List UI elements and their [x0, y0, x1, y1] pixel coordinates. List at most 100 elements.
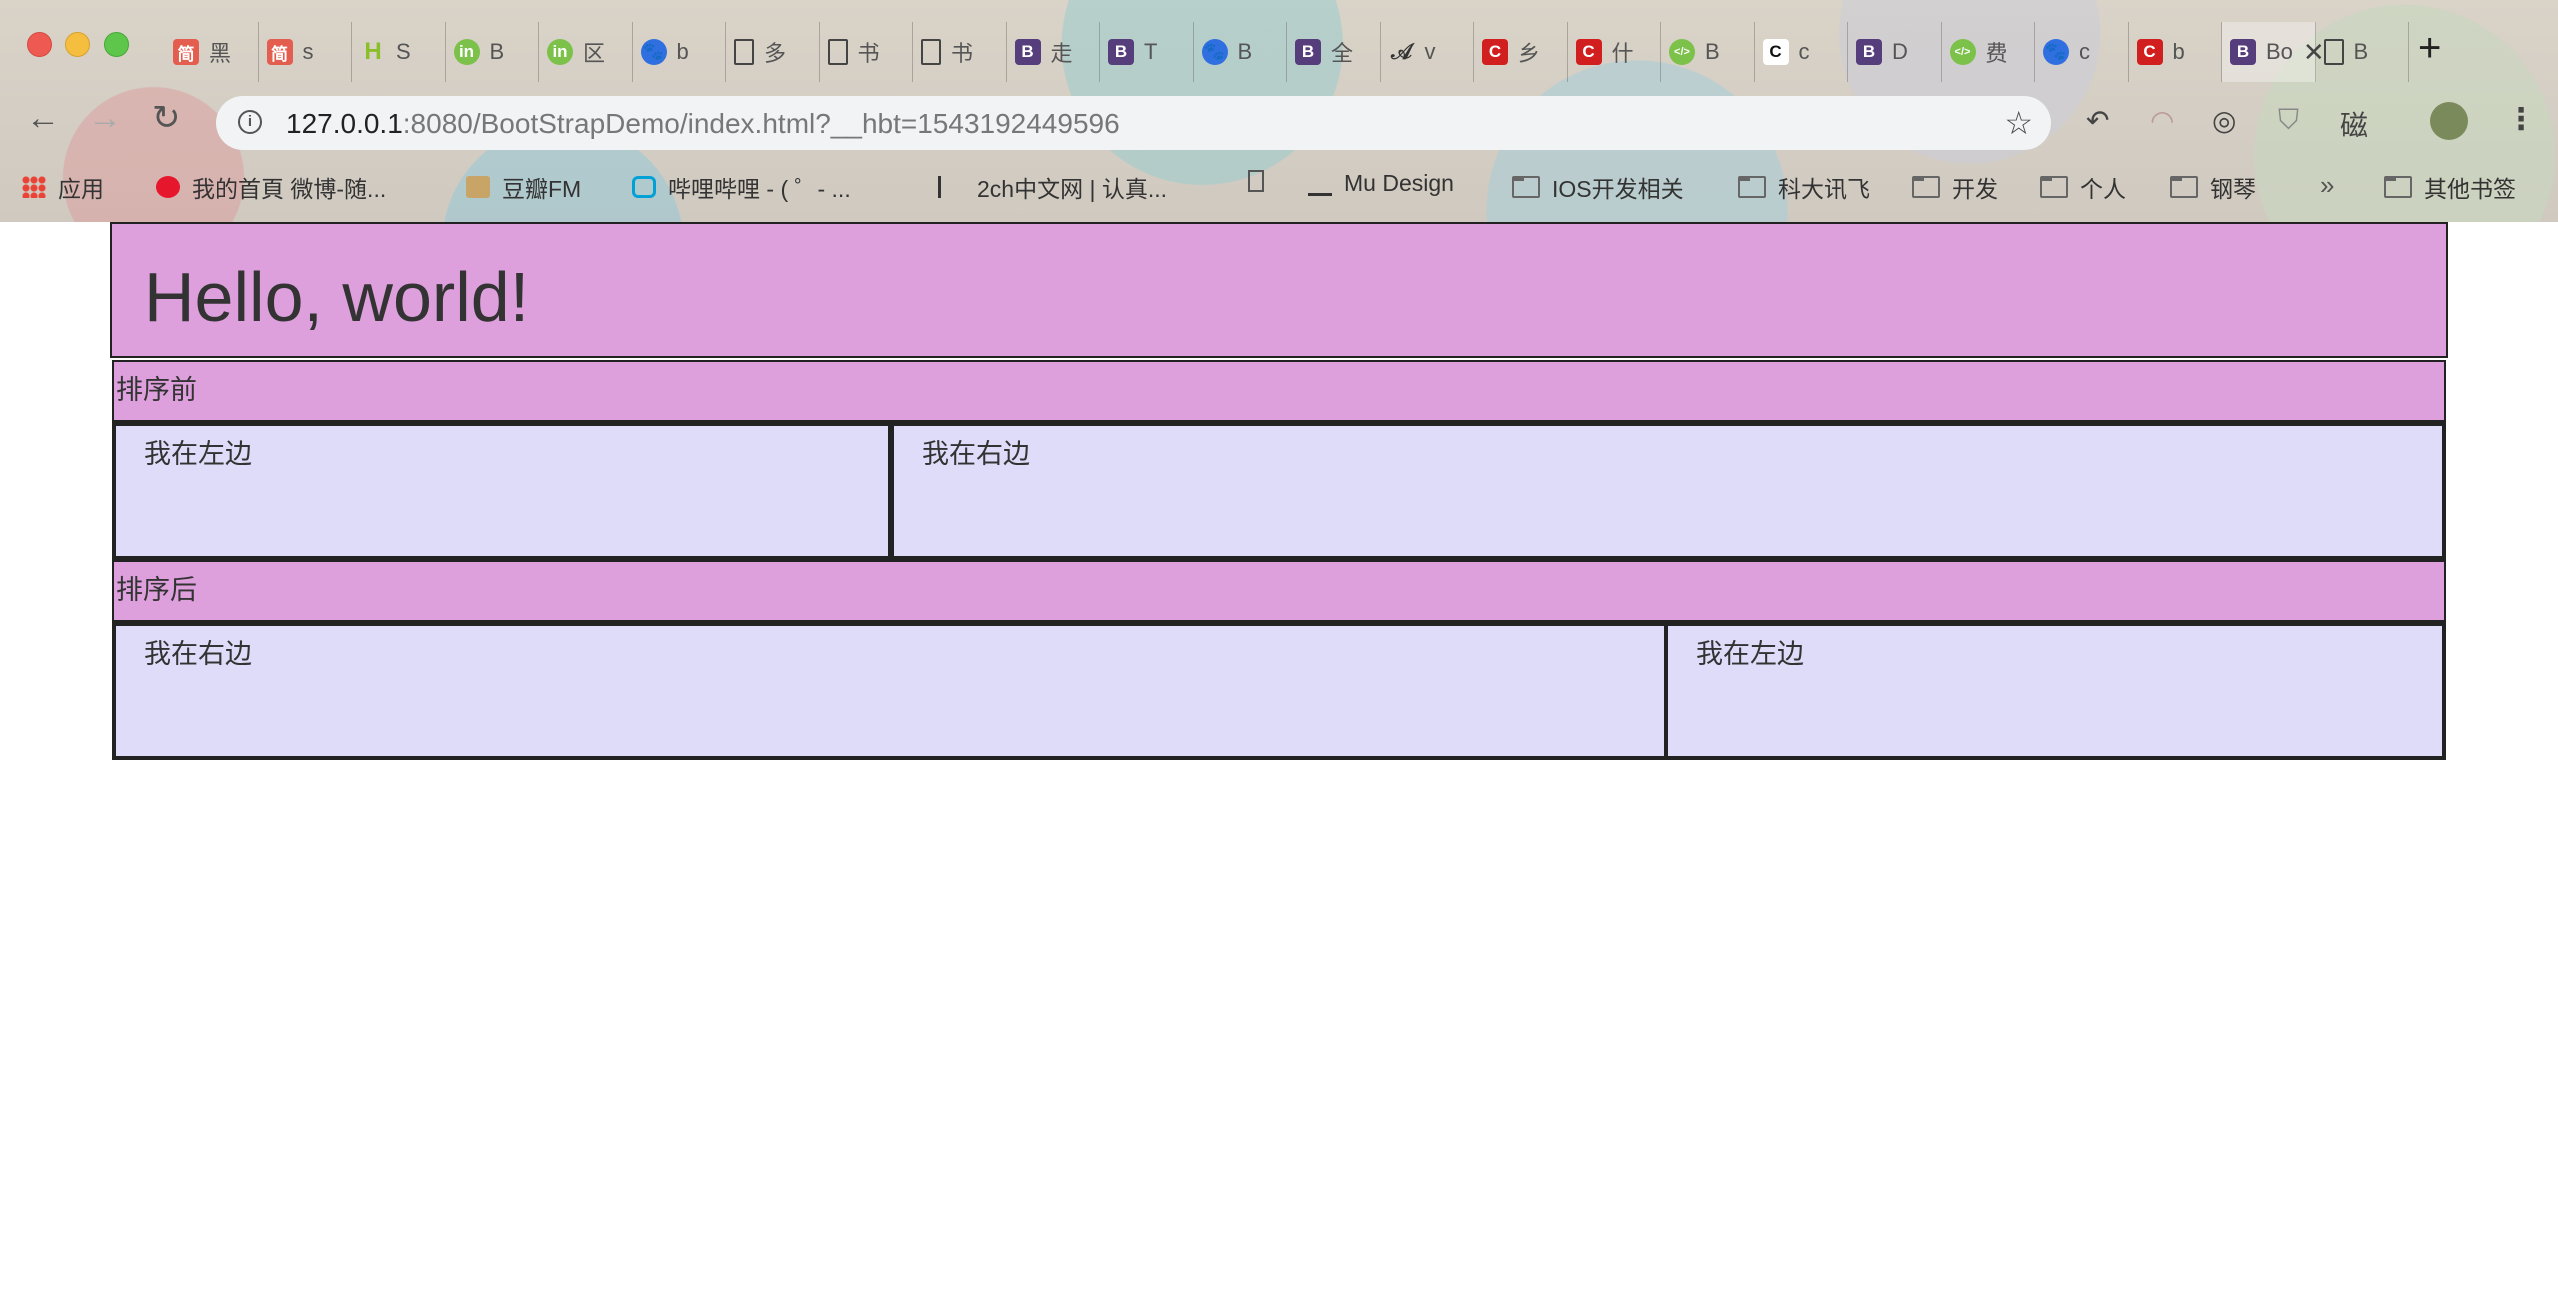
extension-shield-icon[interactable]: ⛉ [2278, 104, 2299, 137]
folder-icon [1912, 176, 1940, 198]
browser-tab[interactable]: in 区 [539, 22, 633, 82]
browser-tab[interactable]: BD [1848, 22, 1942, 82]
back-arrow-icon[interactable]: ← [26, 101, 60, 135]
tab-title: 什 [1611, 41, 1634, 66]
tab-title: 书 [951, 41, 974, 66]
code-icon: </> [1669, 39, 1695, 65]
menu-icon[interactable]: ⋮ [2506, 102, 2536, 137]
url-text[interactable]: 127.0.0.1:8080/BootStrapDemo/index.html?… [286, 108, 1120, 140]
browser-tab[interactable]: 多 [726, 22, 820, 82]
page-content: Hello, world! 排序前 我在左边 我在右边 排序后 我在右边 我在左… [0, 222, 2558, 1290]
tab-title: 书 [857, 41, 880, 66]
browser-tab[interactable]: Cc [1755, 22, 1848, 82]
browser-tab[interactable]: </> 费 [1942, 22, 2035, 82]
tab-strip: 简黑简 s H Sin Bin 区 🐾 b 多书书 B 走 B T 🐾 B B 全 𝒜v C 乡 C 什 </> B Cc B D <… [165, 22, 2409, 82]
browser-tab[interactable]: 🐾 B [1194, 22, 1287, 82]
more-bookmarks-button[interactable]: » [2320, 170, 2334, 201]
other-bookmarks-label: 其他书签 [2424, 176, 2516, 202]
page-heading: Hello, world! [144, 258, 530, 336]
bookmark-item[interactable]: 我的首頁 微博-随... [156, 170, 386, 204]
extension-arrow-icon[interactable]: ↶ [2086, 104, 2109, 137]
after-sort-label: 排序后 [112, 560, 2446, 622]
bookmark-item[interactable]: 豆瓣FM [466, 170, 581, 204]
csdn-icon: C [1575, 39, 1602, 65]
bookmark-item[interactable] [1248, 170, 1276, 192]
info-icon[interactable]: i [238, 110, 262, 134]
tab-title: Bo [2266, 39, 2293, 64]
jian-icon: 简 [173, 39, 199, 65]
browser-tab[interactable]: B [2316, 22, 2409, 82]
bookmark-label: 2ch中文网 | 认真... [977, 176, 1168, 202]
browser-tab[interactable]: 🐾 b [633, 22, 726, 82]
bookmark-star-icon[interactable]: ☆ [2004, 104, 2033, 142]
minimize-window-button[interactable] [65, 32, 90, 57]
url-path: :8080/BootStrapDemo/index.html?__hbt=154… [402, 108, 1120, 139]
bookmark-label: 个人 [2080, 176, 2126, 202]
forward-arrow-icon[interactable]: → [88, 101, 122, 135]
other-bookmarks-folder[interactable]: 其他书签 [2384, 170, 2516, 204]
browser-tab[interactable]: C什 [1568, 22, 1661, 82]
bookmark-item[interactable]: 钢琴 [2170, 170, 2256, 204]
bookmark-item[interactable]: 科大讯飞 [1738, 170, 1870, 204]
baidu-paw-icon: 🐾 [640, 39, 667, 65]
tab-title: D [1892, 39, 1908, 64]
browser-tab[interactable]: BT [1100, 22, 1194, 82]
bookmark-label: 我的首頁 微博-随... [192, 176, 387, 202]
bookmark-label: 应用 [58, 176, 104, 202]
tab-title: B [1705, 39, 1720, 64]
browser-tab[interactable]: HS [352, 22, 446, 82]
bookmark-item[interactable]: 哔哩哔哩 - ( ゜- ... [632, 170, 851, 204]
green-icon: in [547, 39, 573, 65]
maximize-window-button[interactable] [104, 32, 129, 57]
baidu-paw-icon: 🐾 [1201, 39, 1228, 65]
code-icon: </> [1949, 39, 1976, 65]
before-left-column: 我在左边 [112, 422, 892, 560]
browser-tab[interactable]: 简黑 [165, 22, 259, 82]
bookmark-label: IOS开发相关 [1552, 176, 1684, 202]
profile-avatar[interactable] [2430, 102, 2468, 140]
url-host: 127.0.0.1 [286, 108, 403, 139]
tab-title: 区 [583, 41, 606, 66]
bookmark-item[interactable]: Mu Design [1308, 170, 1454, 197]
bookmark-item[interactable]: 应用 [22, 170, 104, 204]
document-icon [734, 39, 754, 65]
bookmark-item[interactable]: 个人 [2040, 170, 2126, 204]
extension-spiral-icon[interactable]: ◎ [2212, 104, 2236, 137]
browser-tab[interactable]: 𝒜v [1381, 22, 1474, 82]
browser-tab[interactable]: B走 [1007, 22, 1100, 82]
address-bar[interactable]: i 127.0.0.1:8080/BootStrapDemo/index.htm… [216, 96, 2051, 150]
browser-tab[interactable]: C乡 [1474, 22, 1568, 82]
bookmarks-bar: » 其他书签 应用 我的首頁 微博-随... 豆瓣FM 哔哩哔哩 - ( ゜- ...… [0, 158, 2558, 214]
folder-icon [2040, 176, 2068, 198]
green-icon: in [453, 39, 480, 65]
folder-icon [2170, 176, 2198, 198]
bookmark-item[interactable]: 2ch中文网 | 认真... [938, 170, 1167, 204]
folder-icon [1512, 176, 1540, 198]
browser-tab[interactable]: </> B [1661, 22, 1755, 82]
reload-icon[interactable]: ↻ [152, 101, 181, 135]
bootstrap-icon: B [1295, 39, 1321, 65]
baidu-paw-icon: 🐾 [2043, 39, 2069, 65]
extension-text[interactable]: 磁 [2340, 104, 2368, 144]
close-window-button[interactable] [27, 32, 52, 57]
apps-grid-icon [22, 176, 46, 198]
browser-tab[interactable]: 简s [259, 22, 352, 82]
before-sort-label: 排序前 [112, 360, 2446, 422]
csdn-icon: C [2136, 39, 2163, 65]
tab-title: c [2079, 39, 2090, 64]
bookmark-label: 科大讯飞 [1778, 176, 1870, 202]
bookmark-item[interactable]: IOS开发相关 [1512, 170, 1684, 204]
browser-tab[interactable]: B全 [1287, 22, 1381, 82]
browser-tab[interactable]: B Bo ✕ [2222, 22, 2325, 82]
browser-tab[interactable]: 🐾 c [2035, 22, 2129, 82]
document-icon [2323, 39, 2344, 65]
jian-icon: 简 [266, 39, 293, 65]
browser-tab[interactable]: in B [446, 22, 539, 82]
bookmark-item[interactable]: 开发 [1912, 170, 1998, 204]
browser-tab[interactable]: Cb [2129, 22, 2222, 82]
browser-tab[interactable]: 书 [913, 22, 1007, 82]
new-tab-button[interactable]: + [2418, 28, 2441, 68]
browser-tab[interactable]: 书 [820, 22, 913, 82]
extension-wifi-icon[interactable]: ◠ [2150, 104, 2174, 137]
bookmark-label: 钢琴 [2210, 176, 2256, 202]
